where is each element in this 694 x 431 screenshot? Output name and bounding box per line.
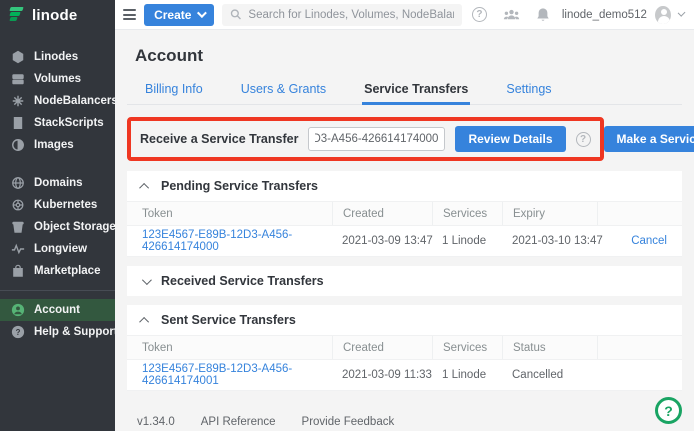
tab-service-transfers[interactable]: Service Transfers [362, 76, 470, 104]
account-tabs: Billing Info Users & Grants Service Tran… [127, 76, 682, 105]
sidebar-item-marketplace[interactable]: Marketplace [0, 260, 115, 282]
sidebar: linode Linodes Volumes NodeBalancers Sta… [0, 0, 115, 431]
shopping-bag-icon [11, 264, 25, 278]
sidebar-nav: Linodes Volumes NodeBalancers StackScrip… [0, 30, 115, 343]
col-services: Services [432, 336, 512, 359]
sidebar-item-images[interactable]: Images [0, 134, 115, 156]
sent-transfers-card: Sent Service Transfers Token Created Ser… [127, 305, 682, 391]
sidebar-item-account[interactable]: Account [0, 299, 115, 321]
cancel-transfer-link[interactable]: Cancel [631, 235, 667, 247]
images-icon [11, 138, 25, 152]
provide-feedback-link[interactable]: Provide Feedback [302, 416, 395, 428]
sidebar-item-nodebalancers[interactable]: NodeBalancers [0, 90, 115, 112]
community-icon[interactable] [503, 8, 520, 22]
sent-created-cell: 2021-03-09 11:33 [342, 369, 442, 381]
username-label[interactable]: linode_demo512 [562, 9, 647, 21]
col-token: Token [142, 202, 342, 225]
col-services: Services [432, 202, 512, 225]
pulse-line-icon [11, 242, 25, 256]
notifications-bell-icon[interactable] [536, 7, 550, 22]
linode-hexagon-icon [11, 50, 25, 64]
sidebar-item-linodes[interactable]: Linodes [0, 46, 115, 68]
annotation-highlight-box: Receive a Service Transfer Review Detail… [127, 117, 604, 161]
tab-billing-info[interactable]: Billing Info [143, 76, 205, 104]
hamburger-menu-icon[interactable] [123, 9, 136, 20]
pending-transfers-card: Pending Service Transfers Token Created … [127, 171, 682, 257]
pending-table-header: Token Created Services Expiry [127, 201, 682, 225]
pending-expiry-cell: 2021-03-10 13:47 [512, 235, 607, 247]
pending-accordion-header[interactable]: Pending Service Transfers [127, 171, 682, 201]
search-input[interactable] [248, 9, 453, 21]
linode-logo[interactable]: linode [0, 0, 115, 30]
account-person-icon [11, 303, 25, 317]
search-bar[interactable] [222, 4, 461, 26]
sent-accordion-header[interactable]: Sent Service Transfers [127, 305, 682, 335]
tab-users-grants[interactable]: Users & Grants [239, 76, 328, 104]
topbar-icons: ? [472, 7, 550, 22]
sidebar-item-help-support[interactable]: ? Help & Support [0, 321, 115, 343]
pending-services-cell: 1 Linode [442, 235, 512, 247]
received-accordion-header[interactable]: Received Service Transfers [127, 266, 682, 296]
stackscripts-icon [11, 116, 25, 130]
pending-token-link[interactable]: 123E4567-E89B-12D3-A456-426614174000 [142, 229, 292, 253]
sent-services-cell: 1 Linode [442, 369, 512, 381]
receive-help-icon[interactable]: ? [576, 132, 591, 147]
topbar: Create ? linode_demo512 [115, 0, 694, 30]
user-avatar[interactable] [655, 6, 671, 24]
chevron-up-icon [139, 316, 149, 326]
domains-globe-icon [11, 176, 25, 190]
nodebalancer-icon [11, 94, 25, 108]
search-icon [230, 8, 242, 21]
chevron-up-icon [139, 182, 149, 192]
kubernetes-icon [11, 198, 25, 212]
sent-table-row: 123E4567-E89B-12D3-A456-426614174001 202… [127, 359, 682, 391]
receive-transfer-label: Receive a Service Transfer [140, 132, 298, 146]
sidebar-item-volumes[interactable]: Volumes [0, 68, 115, 90]
sidebar-item-kubernetes[interactable]: Kubernetes [0, 194, 115, 216]
sent-token-link[interactable]: 123E4567-E89B-12D3-A456-426614174001 [142, 363, 292, 387]
api-reference-link[interactable]: API Reference [201, 416, 276, 428]
pending-table-row: 123E4567-E89B-12D3-A456-426614174000 202… [127, 225, 682, 257]
sidebar-item-stackscripts[interactable]: StackScripts [0, 112, 115, 134]
sidebar-item-object-storage[interactable]: Object Storage [0, 216, 115, 238]
col-created: Created [332, 202, 442, 225]
sidebar-item-domains[interactable]: Domains [0, 172, 115, 194]
sent-table-header: Token Created Services Status [127, 335, 682, 359]
col-token: Token [142, 336, 342, 359]
user-menu-chevron-icon[interactable] [677, 9, 685, 17]
page-title: Account [135, 46, 682, 66]
pending-created-cell: 2021-03-09 13:47 [342, 235, 442, 247]
sidebar-item-longview[interactable]: Longview [0, 238, 115, 260]
make-service-transfer-button[interactable]: Make a Service Transfer [604, 126, 694, 152]
sent-status-cell: Cancelled [512, 369, 607, 381]
app-version-label: v1.34.0 [137, 416, 175, 428]
receive-transfer-row: Receive a Service Transfer Review Detail… [127, 117, 682, 161]
col-status: Status [502, 336, 607, 359]
received-transfers-card: Received Service Transfers [127, 266, 682, 296]
account-page: Account Billing Info Users & Grants Serv… [115, 30, 694, 431]
bucket-icon [11, 220, 25, 234]
review-details-button[interactable]: Review Details [455, 126, 565, 152]
volumes-icon [11, 72, 25, 86]
main-area: Create ? linode_demo512 [115, 0, 694, 431]
app-window: linode Linodes Volumes NodeBalancers Sta… [0, 0, 694, 431]
svg-text:?: ? [16, 328, 21, 337]
col-created: Created [332, 336, 442, 359]
question-circle-icon: ? [11, 325, 25, 339]
chevron-down-icon [197, 8, 207, 18]
col-expiry: Expiry [502, 202, 607, 225]
help-bubble-button[interactable]: ? [655, 397, 682, 424]
sidebar-divider [0, 290, 115, 291]
create-button[interactable]: Create [144, 4, 214, 26]
transfer-token-input[interactable] [308, 127, 445, 151]
page-footer: v1.34.0 API Reference Provide Feedback [127, 400, 682, 428]
linode-logo-icon [10, 7, 26, 23]
tab-settings[interactable]: Settings [504, 76, 553, 104]
linode-logo-text: linode [32, 7, 77, 24]
help-icon[interactable]: ? [472, 7, 487, 22]
chevron-down-icon [142, 275, 152, 285]
